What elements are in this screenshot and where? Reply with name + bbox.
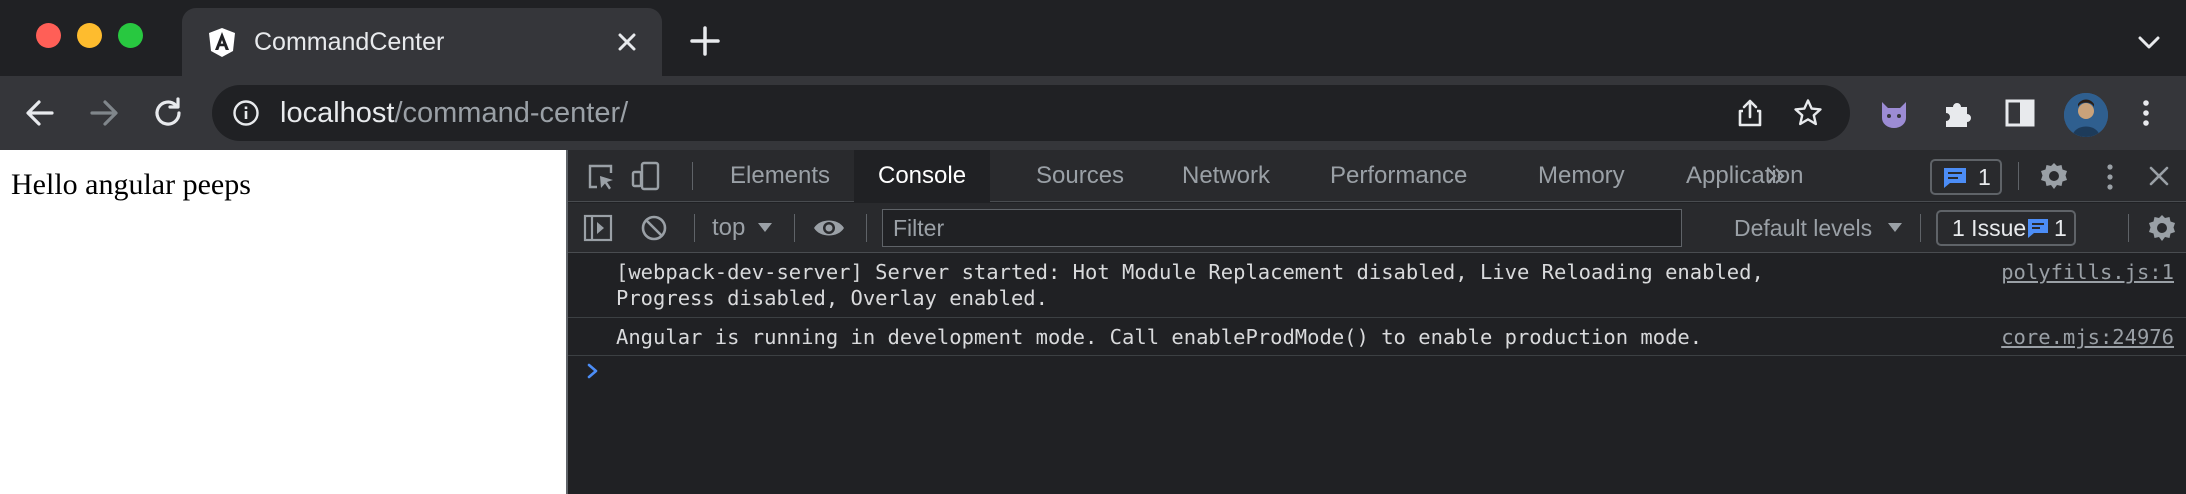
reload-icon[interactable] — [148, 93, 188, 133]
tab-title: CommandCenter — [254, 28, 445, 56]
new-tab-plus-icon[interactable] — [688, 24, 722, 58]
console-message-text: Angular is running in development mode. … — [616, 325, 1703, 349]
site-info-icon[interactable] — [232, 99, 260, 127]
tab-elements[interactable]: Elements — [706, 150, 854, 202]
log-levels-dropdown[interactable]: Default levels — [1734, 203, 1872, 253]
messages-badge[interactable]: 1 — [1930, 159, 2002, 195]
console-output: [webpack-dev-server] Server started: Hot… — [568, 254, 2186, 494]
issues-label: 1 Issue: — [1952, 215, 2033, 241]
toolbar-divider — [2128, 214, 2129, 242]
toolbar-divider — [2018, 162, 2019, 190]
issue-bubble-icon — [2028, 219, 2048, 238]
context-selector[interactable]: top — [712, 203, 745, 253]
chevron-down-icon[interactable] — [2132, 26, 2166, 60]
levels-dropdown-icon[interactable] — [1888, 223, 1902, 233]
console-toolbar: top Default levels 1 Issue: 1 — [568, 203, 2186, 253]
window-maximize-button[interactable] — [118, 23, 143, 48]
sidebar-toggle-icon[interactable] — [582, 213, 614, 243]
tab-application[interactable]: Application — [1662, 150, 1827, 202]
filter-input[interactable] — [882, 209, 1682, 247]
clear-console-icon[interactable] — [640, 214, 668, 242]
back-arrow-icon[interactable] — [20, 93, 60, 133]
device-toolbar-icon[interactable] — [630, 160, 662, 192]
console-message-source-link[interactable]: core.mjs:24976 — [2001, 324, 2174, 350]
tab-memory[interactable]: Memory — [1514, 150, 1649, 202]
message-bubble-icon — [1944, 168, 1966, 188]
more-vertical-icon[interactable] — [2102, 162, 2118, 192]
toolbar-divider — [694, 214, 695, 242]
tab-performance[interactable]: Performance — [1306, 150, 1491, 202]
tab-console[interactable]: Console — [854, 150, 991, 202]
toolbar-divider — [794, 214, 795, 242]
issues-count: 1 — [2054, 215, 2067, 241]
side-panel-icon[interactable] — [2000, 93, 2040, 133]
devtools-panel: Elements Console Sources Network Perform… — [566, 150, 2186, 494]
url-path: /command-center/ — [394, 97, 629, 129]
more-vertical-icon[interactable] — [2126, 93, 2166, 133]
tab-network[interactable]: Network — [1158, 150, 1294, 202]
url-text[interactable]: localhost/command-center/ — [280, 85, 628, 141]
close-devtools-icon[interactable] — [2146, 163, 2172, 189]
browser-toolbar: localhost/command-center/ — [0, 76, 2186, 150]
console-message: Angular is running in development mode. … — [568, 318, 2186, 356]
extensions-puzzle-icon[interactable] — [1938, 93, 1978, 133]
url-host: localhost — [280, 97, 395, 129]
angular-logo-icon — [209, 28, 235, 57]
tab-strip: CommandCenter — [0, 0, 2186, 76]
close-tab-icon[interactable] — [612, 27, 642, 57]
bookmark-star-icon[interactable] — [1792, 97, 1824, 129]
toolbar-divider — [866, 214, 867, 242]
live-expression-eye-icon[interactable] — [812, 216, 846, 240]
toolbar-divider — [1920, 214, 1921, 242]
context-dropdown-icon[interactable] — [758, 223, 772, 233]
issues-badge[interactable]: 1 Issue: 1 — [1936, 210, 2076, 246]
settings-gear-icon[interactable] — [2038, 160, 2070, 192]
devtools-tab-bar: Elements Console Sources Network Perform… — [568, 150, 2186, 202]
console-message-text: Progress disabled, Overlay enabled. — [616, 286, 1048, 310]
console-settings-gear-icon[interactable] — [2146, 212, 2178, 244]
console-message-source-link[interactable]: polyfills.js:1 — [2001, 259, 2174, 285]
tab-sources[interactable]: Sources — [1012, 150, 1148, 202]
inspect-element-icon[interactable] — [586, 162, 616, 192]
toolbar-divider — [692, 162, 693, 190]
forward-arrow-icon[interactable] — [84, 93, 124, 133]
console-message: [webpack-dev-server] Server started: Hot… — [568, 254, 2186, 318]
window-close-button[interactable] — [36, 23, 61, 48]
cat-extension-icon[interactable] — [1874, 93, 1914, 133]
address-bar[interactable]: localhost/command-center/ — [212, 85, 1850, 141]
page-body-text: Hello angular peeps — [11, 168, 251, 201]
profile-avatar[interactable] — [2064, 93, 2108, 137]
browser-tab[interactable]: CommandCenter — [182, 8, 662, 76]
profile-avatar-icon — [2064, 93, 2108, 137]
console-message-text: [webpack-dev-server] Server started: Hot… — [616, 260, 1764, 284]
more-tabs-chevron-icon[interactable] — [1764, 166, 1788, 186]
page-viewport: Hello angular peeps — [0, 150, 566, 494]
share-icon[interactable] — [1734, 97, 1766, 129]
messages-count: 1 — [1978, 164, 1991, 190]
window-minimize-button[interactable] — [77, 23, 102, 48]
console-prompt-chevron-icon[interactable] — [584, 362, 602, 380]
